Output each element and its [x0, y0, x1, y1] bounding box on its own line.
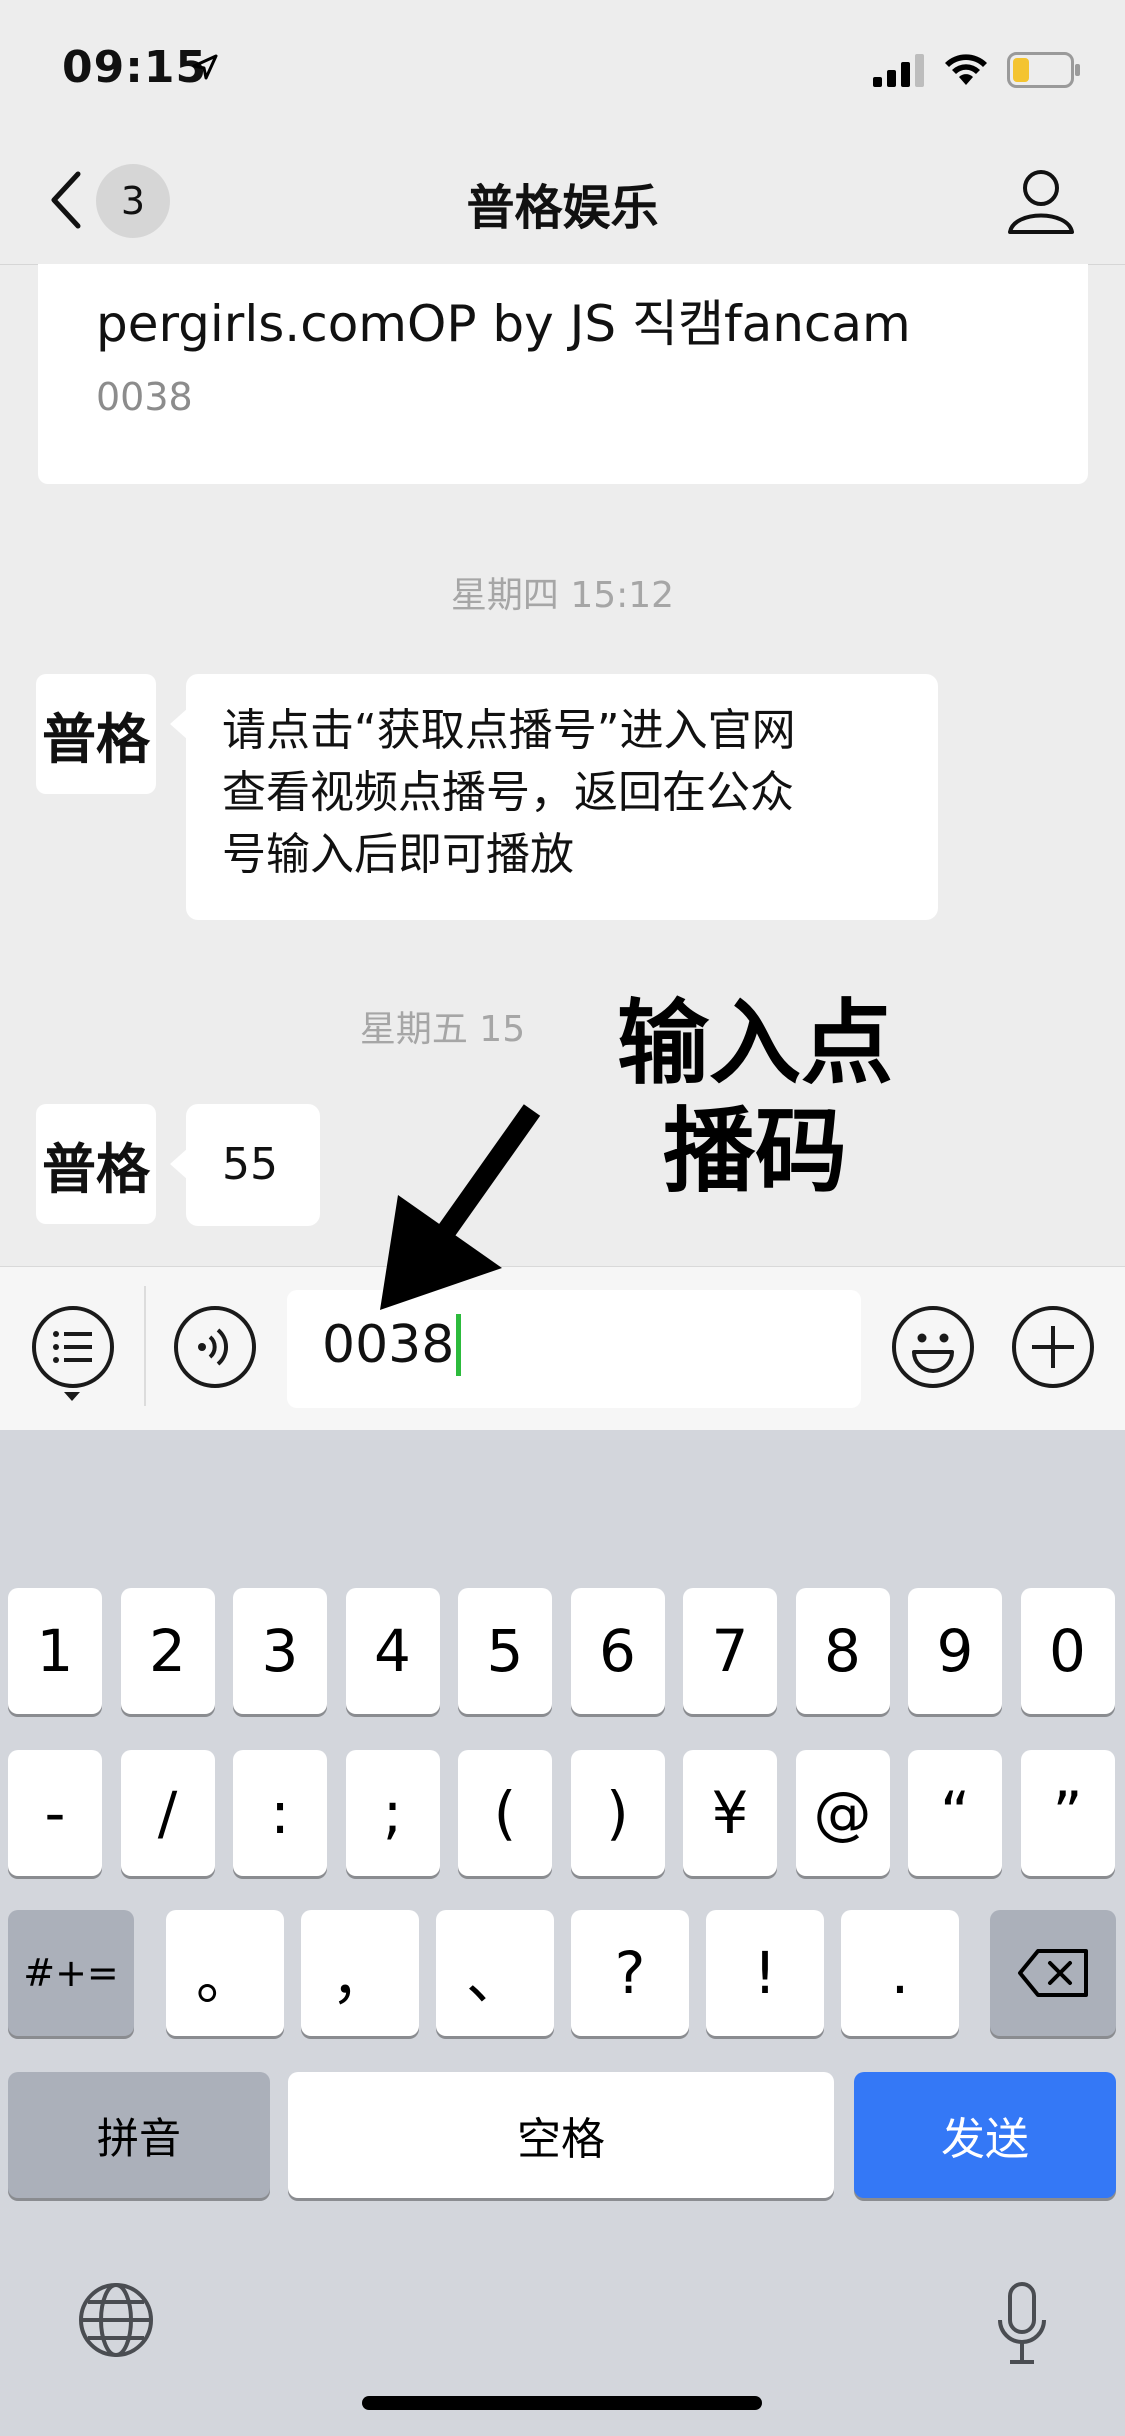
keyboard-key[interactable]: 1 — [8, 1588, 102, 1714]
keyboard-key[interactable]: 6 — [570, 1588, 665, 1714]
location-arrow-icon — [73, 55, 103, 85]
message-line: 请点击“获取点播号”进入官网 — [222, 705, 796, 756]
annotation-text: 输入点 播码 — [600, 990, 910, 1206]
avatar[interactable]: 普格 — [36, 1104, 156, 1224]
keyboard-key[interactable]: 、 — [436, 1910, 554, 2036]
annotation-line: 播码 — [662, 1098, 847, 1205]
keyboard-key[interactable]: ; — [345, 1750, 440, 1876]
keyboard-key[interactable]: 2 — [120, 1588, 215, 1714]
voice-icon[interactable] — [174, 1306, 256, 1388]
keyboard-key[interactable]: 7 — [683, 1588, 777, 1714]
keyboard-key[interactable]: 。 — [166, 1910, 284, 2036]
chevron-down-icon — [64, 1392, 80, 1401]
message-line: 号输入后即可播放 — [222, 829, 574, 880]
annotation-line: 输入点 — [616, 990, 893, 1097]
keyboard-key[interactable]: “ — [908, 1750, 1002, 1876]
keyboard-key[interactable]: ， — [301, 1910, 419, 2036]
wifi-icon — [945, 54, 987, 85]
keyboard-key[interactable]: - — [8, 1750, 102, 1876]
battery-icon — [1007, 52, 1080, 88]
message-text: 请点击“获取点播号”进入官网 查看视频点播号，返回在公众 号输入后即可播放 — [222, 700, 922, 886]
keyboard-key[interactable]: / — [120, 1750, 215, 1876]
message-line: 查看视频点播号，返回在公众 — [222, 767, 794, 818]
key-space[interactable]: 空格 — [288, 2072, 834, 2198]
keyboard-key[interactable]: ¥ — [683, 1750, 777, 1876]
keyboard-key[interactable]: : — [233, 1750, 327, 1876]
backspace-icon — [1018, 1949, 1088, 1997]
keyboard-key[interactable]: 9 — [908, 1588, 1002, 1714]
key-send[interactable]: 发送 — [854, 2072, 1116, 2198]
keyboard-key[interactable]: 0 — [1020, 1588, 1115, 1714]
message-text: 55 — [222, 1139, 278, 1190]
timestamp: 星期四 15:12 — [450, 575, 675, 616]
key-symbols-toggle[interactable]: #+= — [8, 1910, 134, 2036]
keyboard-key[interactable]: . — [841, 1910, 959, 2036]
backspace-key[interactable] — [990, 1910, 1116, 2036]
globe-icon[interactable] — [76, 2280, 156, 2360]
keyboard-key[interactable]: 5 — [458, 1588, 552, 1714]
status-icons — [873, 48, 1081, 92]
link-card-title: pergirls.comOP by JS 직캠fancam — [96, 295, 911, 353]
keyboard-key[interactable]: @ — [795, 1750, 890, 1876]
arrow-annotation-icon — [380, 1104, 541, 1310]
microphone-icon[interactable] — [994, 2280, 1050, 2368]
plus-icon[interactable] — [1012, 1306, 1094, 1388]
location-arrow-icon — [192, 54, 218, 80]
keyboard-key[interactable]: 8 — [795, 1588, 890, 1714]
keyboard-key[interactable]: 3 — [233, 1588, 327, 1714]
keyboard-key[interactable]: ? — [571, 1910, 689, 2036]
divider — [144, 1286, 146, 1406]
keyboard-key[interactable]: ! — [706, 1910, 824, 2036]
menu-list-icon[interactable] — [32, 1306, 114, 1388]
home-indicator — [362, 2396, 762, 2410]
link-card-subtitle: 0038 — [96, 375, 193, 419]
emoji-icon[interactable] — [892, 1306, 974, 1388]
profile-icon[interactable] — [1004, 162, 1078, 242]
avatar[interactable]: 普格 — [36, 674, 156, 794]
keyboard-key[interactable]: ” — [1020, 1750, 1115, 1876]
keyboard-key[interactable]: ( — [458, 1750, 552, 1876]
signal-icon — [873, 54, 924, 87]
keyboard-key[interactable]: ) — [570, 1750, 665, 1876]
key-pinyin[interactable]: 拼音 — [8, 2072, 270, 2198]
page-title: 普格娱乐 — [466, 180, 659, 236]
keyboard-key[interactable]: 4 — [345, 1588, 440, 1714]
